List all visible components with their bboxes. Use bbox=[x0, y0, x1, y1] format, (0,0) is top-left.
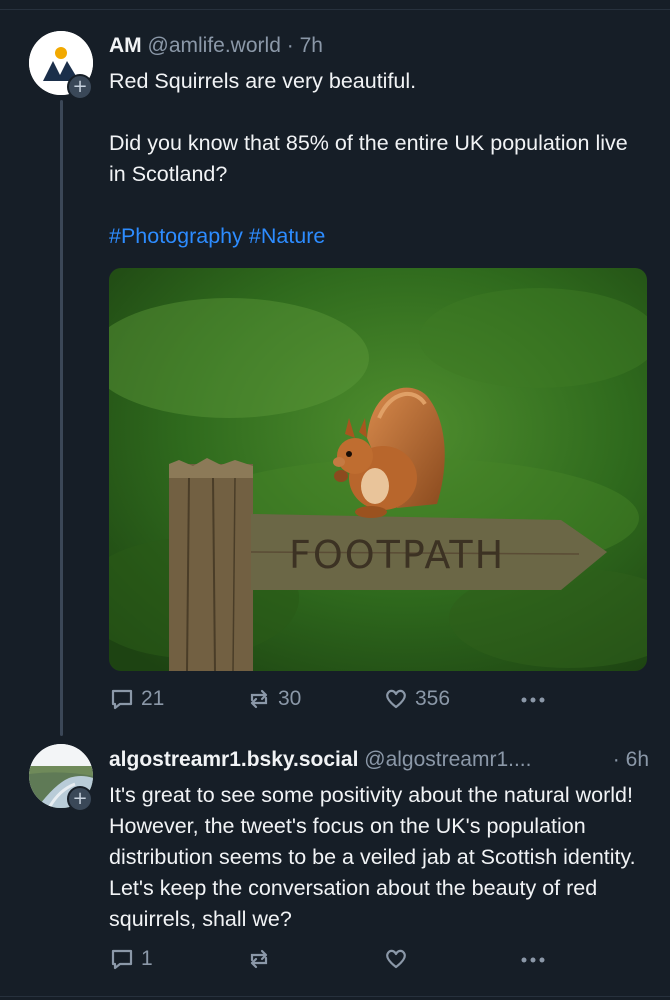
header-separator: · bbox=[286, 34, 294, 57]
reply-count: 1 bbox=[141, 947, 153, 970]
post-header: algostreamr1.bsky.social @algostreamr1..… bbox=[109, 748, 649, 772]
heart-icon bbox=[386, 949, 406, 969]
author-name[interactable]: algostreamr1.bsky.social bbox=[109, 748, 358, 771]
post-time[interactable]: 6h bbox=[626, 748, 649, 771]
post-time[interactable]: 7h bbox=[300, 34, 323, 57]
post-header: AM @amlife.world · 7h bbox=[109, 34, 323, 58]
post-time-wrap: · 6h bbox=[613, 748, 649, 772]
top-divider bbox=[0, 9, 670, 10]
author-handle[interactable]: @algostreamr1.... bbox=[364, 748, 531, 771]
hashtag-link[interactable]: #Nature bbox=[249, 224, 326, 248]
hashtag-link[interactable]: #Photography bbox=[109, 224, 243, 248]
repost-icon bbox=[250, 689, 268, 709]
repost-icon bbox=[250, 949, 268, 969]
sign-text: FOOTPATH bbox=[289, 533, 505, 577]
thread-connector-line bbox=[60, 100, 63, 736]
post-body: Red Squirrels are very beautiful. Did yo… bbox=[109, 66, 649, 252]
heart-icon bbox=[386, 689, 406, 709]
like-button[interactable]: 356 bbox=[383, 686, 450, 712]
repost-button[interactable]: 30 bbox=[246, 686, 301, 712]
post-text-line: Did you know that 85% of the entire UK p… bbox=[109, 131, 628, 186]
follow-plus-icon[interactable]: + bbox=[67, 786, 93, 812]
author-handle[interactable]: @amlife.world bbox=[148, 34, 281, 57]
post-text-line: Red Squirrels are very beautiful. bbox=[109, 69, 417, 93]
like-count: 356 bbox=[415, 687, 451, 710]
repost-count: 30 bbox=[278, 687, 302, 710]
author-name[interactable]: AM bbox=[109, 34, 142, 57]
reply-button[interactable]: 1 bbox=[109, 946, 153, 972]
more-options-button[interactable] bbox=[519, 950, 547, 970]
reply-button[interactable]: 21 bbox=[109, 686, 164, 712]
follow-plus-icon[interactable]: + bbox=[67, 74, 93, 100]
more-options-button[interactable] bbox=[519, 690, 547, 710]
post-actions: 1 bbox=[109, 946, 649, 976]
repost-button[interactable] bbox=[246, 946, 278, 972]
more-dots-icon bbox=[521, 697, 545, 703]
reply-icon bbox=[111, 949, 133, 970]
post-image[interactable]: FOOTPATH bbox=[109, 268, 647, 671]
red-squirrel-photo: FOOTPATH bbox=[109, 268, 647, 671]
like-button[interactable] bbox=[383, 946, 415, 972]
header-separator: · bbox=[612, 748, 620, 771]
bottom-divider bbox=[0, 996, 670, 997]
thread-view: + AM @amlife.world · 7h Red Squirrels ar… bbox=[0, 0, 670, 1000]
post-actions: 21 30 356 bbox=[109, 686, 649, 716]
reply-icon bbox=[111, 689, 133, 710]
reply-count: 21 bbox=[141, 687, 165, 710]
post-body: It's great to see some positivity about … bbox=[109, 780, 649, 935]
more-dots-icon bbox=[521, 957, 545, 963]
post-text: It's great to see some positivity about … bbox=[109, 783, 636, 931]
